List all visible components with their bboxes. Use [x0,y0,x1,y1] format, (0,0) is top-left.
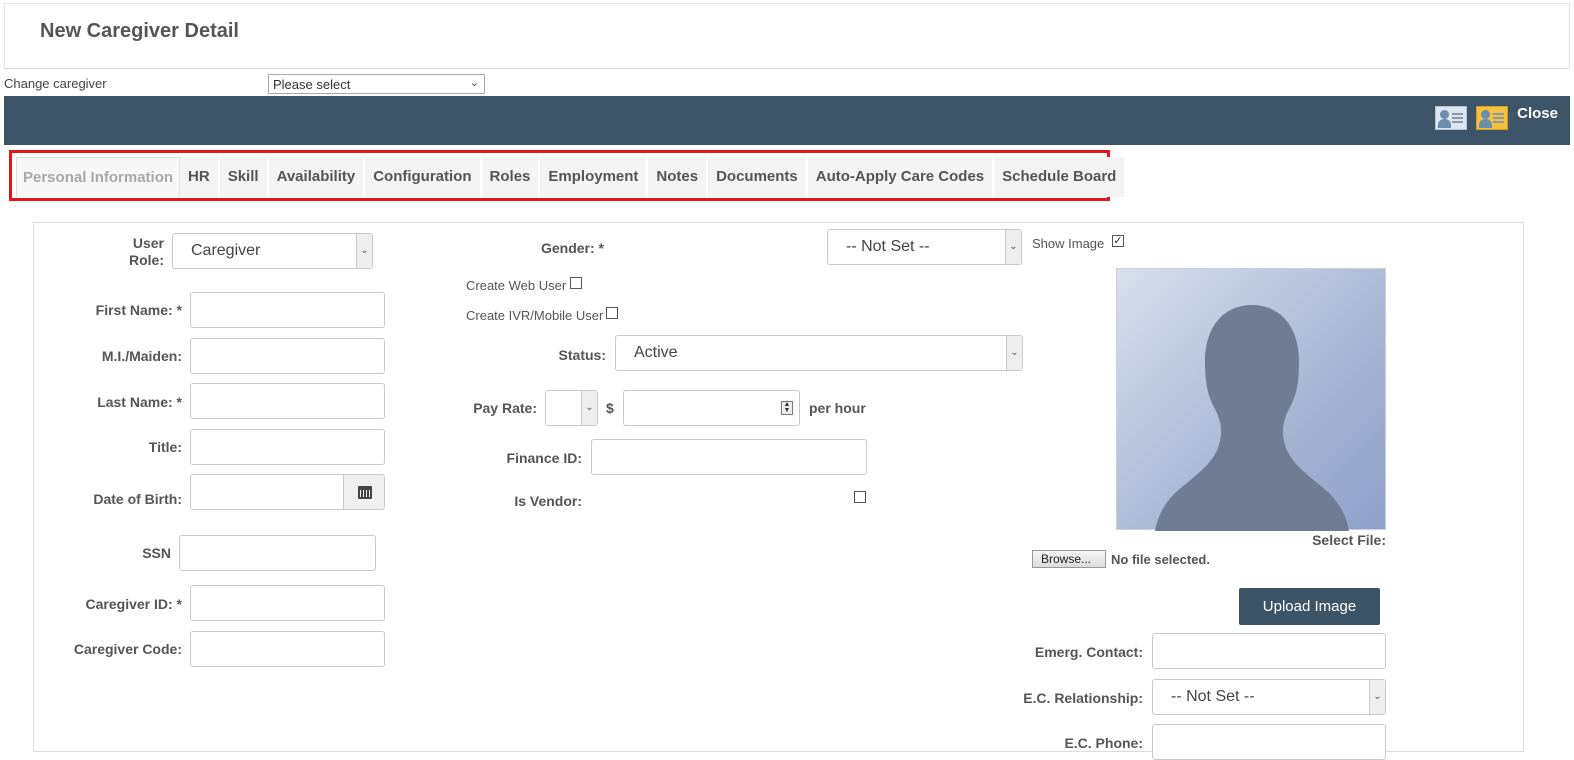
chevron-down-icon: ⌄ [469,77,479,89]
pay-rate-amount-field[interactable]: ▲ ▼ [623,390,800,426]
tab-employment[interactable]: Employment [540,157,649,197]
first-name-label: First Name: * [95,302,182,318]
calendar-button[interactable] [343,474,385,510]
create-ivr-user-label: Create IVR/Mobile User [466,308,604,323]
user-role-label: User Role: [129,235,164,268]
browse-button[interactable]: Browse... [1032,550,1106,568]
tab-roles[interactable]: Roles [481,157,541,197]
per-hour-label: per hour [809,400,866,416]
status-label: Status: [558,347,606,363]
title-label: Title: [148,439,182,455]
status-value: Active [634,344,678,361]
finance-id-label: Finance ID: [506,450,582,466]
number-spinner-icon[interactable]: ▲ ▼ [781,401,793,415]
file-status-text: No file selected. [1111,552,1210,567]
pay-rate-unit-select[interactable]: ⌄ [545,390,598,426]
badge-icon[interactable] [1476,106,1508,130]
gender-value: -- Not Set -- [846,238,930,255]
mi-maiden-field[interactable] [190,338,385,374]
ec-phone-field[interactable] [1152,724,1386,760]
tab-hr[interactable]: HR [180,157,220,197]
tab-personal-information[interactable]: Personal Information [16,157,181,197]
finance-id-field[interactable] [591,439,867,475]
tab-auto-apply-care-codes[interactable]: Auto-Apply Care Codes [807,157,995,197]
change-caregiver-select[interactable]: Please select ⌄ [268,74,485,94]
tab-configuration[interactable]: Configuration [365,157,482,197]
chevron-down-icon: ⌄ [1369,680,1385,714]
chevron-down-icon: ⌄ [581,391,597,425]
tab-availability[interactable]: Availability [268,157,366,197]
first-name-field[interactable] [190,292,385,328]
ec-phone-label: E.C. Phone: [1064,735,1143,751]
user-role-select[interactable]: Caregiver ⌄ [172,233,373,269]
toolbar: Close [4,96,1570,145]
profile-photo-placeholder [1116,268,1386,531]
tab-skill[interactable]: Skill [219,157,269,197]
status-select[interactable]: Active ⌄ [615,335,1023,371]
select-file-label: Select File: [1312,532,1386,548]
last-name-field[interactable] [190,383,385,419]
close-button[interactable]: Close [1517,105,1558,122]
mi-maiden-label: M.I./Maiden: [101,348,182,364]
show-image-checkbox[interactable]: ✓ [1112,235,1124,247]
is-vendor-label: Is Vendor: [514,493,582,509]
caregiver-id-label: Caregiver ID: * [85,596,182,612]
chevron-down-icon: ⌄ [356,234,372,268]
ssn-field[interactable] [179,535,376,571]
is-vendor-checkbox[interactable] [854,491,866,503]
tab-schedule-board[interactable]: Schedule Board [994,157,1127,197]
change-caregiver-label: Change caregiver [4,76,107,91]
upload-image-button[interactable]: Upload Image [1239,588,1380,625]
tab-documents[interactable]: Documents [708,157,808,197]
gender-select[interactable]: -- Not Set -- ⌄ [827,229,1022,265]
ssn-label: SSN [142,545,171,561]
currency-symbol: $ [606,400,614,416]
tab-bar: Personal Information HR Skill Availability C… [9,150,1127,201]
caregiver-code-field[interactable] [190,631,385,667]
tab-notes[interactable]: Notes [648,157,709,197]
id-card-icon[interactable] [1435,106,1467,130]
create-ivr-user-checkbox[interactable] [606,307,618,319]
emerg-contact-field[interactable] [1152,633,1386,669]
chevron-down-icon: ⌄ [1005,230,1021,264]
avatar-silhouette-icon [1155,305,1349,531]
title-field[interactable] [190,429,385,465]
calendar-icon [358,486,372,499]
pay-rate-label: Pay Rate: [473,400,537,416]
caregiver-id-field[interactable] [190,585,385,621]
ec-relationship-label: E.C. Relationship: [1023,690,1143,706]
create-web-user-label: Create Web User [466,278,567,293]
dob-label: Date of Birth: [93,491,182,507]
chevron-down-icon: ⌄ [1006,336,1022,370]
caregiver-code-label: Caregiver Code: [73,641,182,657]
show-image-label: Show Image [1032,236,1105,251]
last-name-label: Last Name: * [97,394,182,410]
emerg-contact-label: Emerg. Contact: [1034,644,1143,660]
dob-field[interactable] [190,474,344,510]
page-title: New Caregiver Detail [40,20,239,42]
user-role-value: Caregiver [191,242,261,259]
ec-relationship-select[interactable]: -- Not Set -- ⌄ [1152,679,1386,715]
change-caregiver-value: Please select [273,77,351,92]
ec-relationship-value: -- Not Set -- [1171,688,1255,705]
create-web-user-checkbox[interactable] [570,277,582,289]
gender-label: Gender: * [540,240,604,256]
